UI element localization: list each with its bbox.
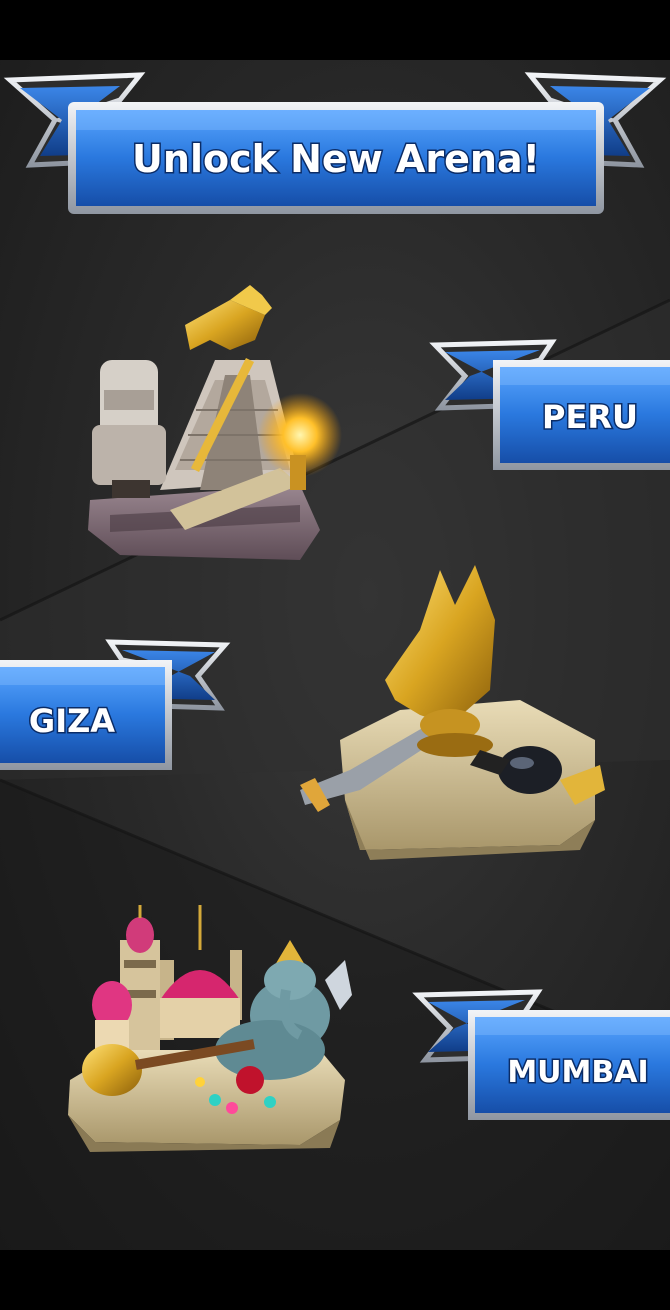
top-letterbox: [0, 0, 670, 60]
stone-background: Unlock New Arena! PERU GIZA MUMBAI: [0, 72, 670, 1250]
arena-label-mumbai: MUMBAI: [507, 1055, 648, 1090]
arena-promo-stage: Unlock New Arena! PERU GIZA MUMBAI: [0, 60, 670, 1250]
peru-arena-icon: [88, 285, 342, 560]
arena-label-peru: PERU: [542, 398, 638, 436]
banner-title: Unlock New Arena!: [132, 137, 540, 181]
arena-label-giza: GIZA: [29, 702, 115, 740]
bottom-letterbox: [0, 1250, 670, 1310]
